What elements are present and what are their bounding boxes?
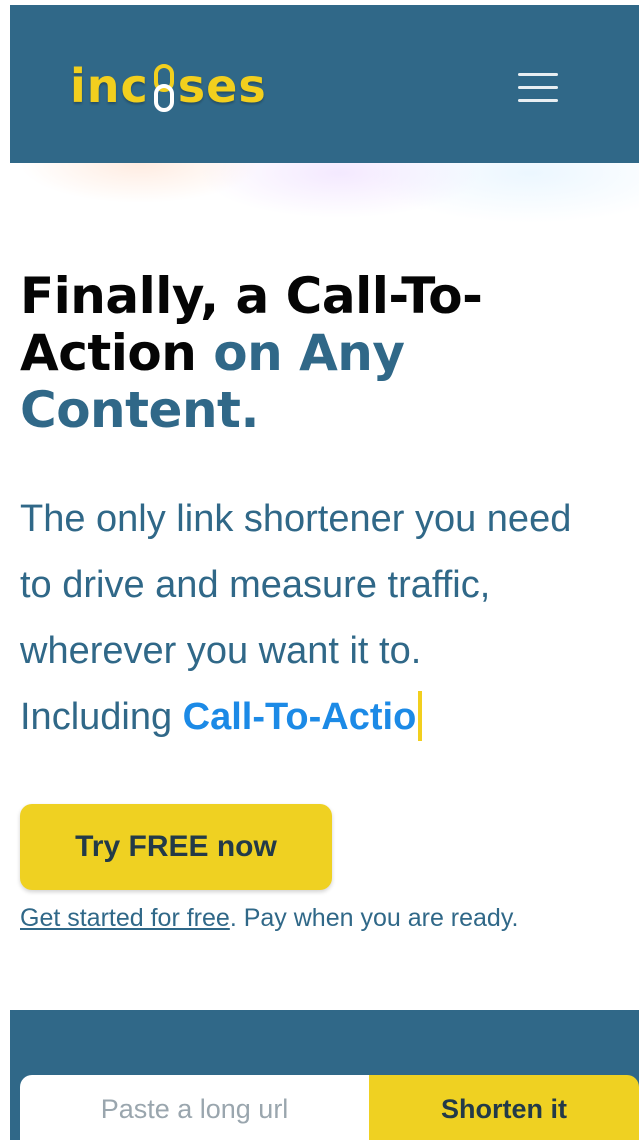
- cta-note-text: . Pay when you are ready.: [229, 904, 519, 932]
- left-edge: [0, 0, 10, 1140]
- long-url-input[interactable]: [20, 1075, 369, 1140]
- logo-text-start: inc: [70, 59, 149, 113]
- hero-title-part1: Finally, a Call-To-: [20, 267, 483, 325]
- decorative-glow: [10, 163, 639, 243]
- subtitle-line-typed: Including Call-To-Actio: [20, 684, 630, 750]
- hero-title-accent2: Content.: [20, 381, 259, 439]
- shortener-form: Shorten it: [20, 1075, 639, 1140]
- chain-link-icon: [153, 64, 174, 112]
- hero-title: Finally, a Call-To- Action on Any Content.: [20, 268, 620, 439]
- subtitle-prefix: Including: [20, 696, 183, 738]
- page: inc ses Finally, a Call-To- Action on Any…: [0, 0, 639, 1140]
- menu-bar: [518, 86, 558, 89]
- try-free-button[interactable]: Try FREE now: [20, 804, 332, 890]
- subtitle-line: wherever you want it to.: [20, 630, 422, 672]
- logo[interactable]: inc ses: [70, 51, 267, 121]
- typing-caret: [418, 691, 423, 741]
- menu-bar: [518, 73, 558, 76]
- typed-text: Call-To-Actio: [182, 696, 417, 738]
- top-edge: [0, 0, 639, 5]
- site-header: inc ses: [10, 5, 639, 163]
- subtitle-line: to drive and measure traffic,: [20, 564, 491, 606]
- logo-text-end: ses: [177, 59, 267, 113]
- get-started-link[interactable]: Get started for free: [20, 904, 230, 932]
- hero-subtitle: The only link shortener you need to driv…: [20, 486, 630, 750]
- hamburger-menu-icon[interactable]: [510, 65, 566, 109]
- hero-title-accent1: on Any: [213, 324, 405, 382]
- subtitle-line: The only link shortener you need: [20, 498, 572, 540]
- menu-bar: [518, 99, 558, 102]
- cta-note: Get started for free. Pay when you are r…: [20, 904, 518, 933]
- hero-title-part2: Action: [20, 324, 214, 382]
- shorten-button[interactable]: Shorten it: [369, 1075, 639, 1140]
